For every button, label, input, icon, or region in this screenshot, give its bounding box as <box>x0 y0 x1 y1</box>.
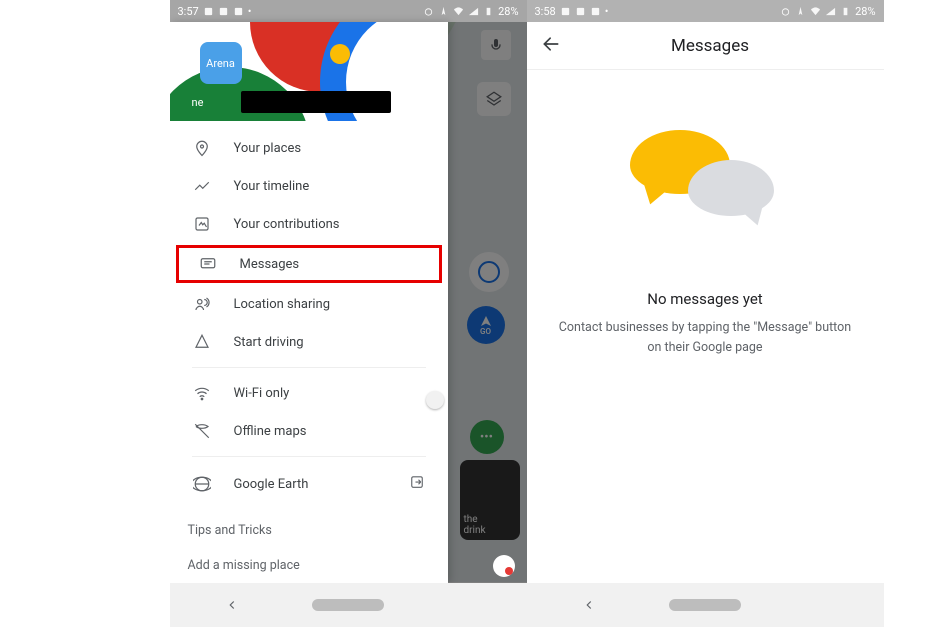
footer-label: Tips and Tricks <box>188 523 272 538</box>
menu-label: Google Earth <box>234 477 309 492</box>
menu-label: Start driving <box>234 335 304 350</box>
status-icon <box>575 6 586 17</box>
open-external-icon <box>408 473 426 495</box>
status-time: 3:57 <box>178 5 199 18</box>
menu-messages[interactable]: Messages <box>176 245 442 283</box>
alarm-icon <box>780 6 791 17</box>
status-icon <box>233 6 244 17</box>
menu-your-timeline[interactable]: Your timeline <box>170 167 448 205</box>
screenshot-right: 3:58 • 28% Messages <box>527 0 884 627</box>
page-title: Messages <box>551 36 870 56</box>
menu-google-earth[interactable]: Google Earth <box>170 463 448 505</box>
screenshot-left: 3:57 • 28% GO <box>170 0 527 627</box>
timeline-icon <box>192 177 212 195</box>
menu-label: Your places <box>234 141 302 156</box>
divider <box>192 456 426 457</box>
battery-icon <box>840 6 851 17</box>
menu-your-places[interactable]: Your places <box>170 129 448 167</box>
menu-label: Your timeline <box>234 179 310 194</box>
location-sharing-icon <box>192 295 212 313</box>
messages-icon <box>198 255 218 273</box>
wifi-icon <box>810 6 821 17</box>
navigation-drawer: Arena ne ▼ Your places Your timeline <box>170 22 448 583</box>
home-pill[interactable] <box>312 599 384 611</box>
messages-header: Messages <box>527 22 884 70</box>
signal-icon <box>468 6 479 17</box>
menu-label: Location sharing <box>234 297 331 312</box>
driving-icon <box>192 333 212 351</box>
battery-percent: 28% <box>498 5 518 18</box>
status-time: 3:58 <box>535 5 556 18</box>
home-pill[interactable] <box>669 599 741 611</box>
menu-label: Offline maps <box>234 424 307 439</box>
empty-line: Contact businesses by tapping the "Messa… <box>559 320 851 335</box>
bubble-grey-icon <box>688 160 774 216</box>
battery-icon <box>483 6 494 17</box>
messages-empty-state: No messages yet Contact businesses by ta… <box>527 70 884 583</box>
signal-icon <box>825 6 836 17</box>
account-prefix: ne <box>192 96 204 109</box>
back-button[interactable] <box>582 598 596 612</box>
drawer-header[interactable]: Arena ne ▼ <box>170 22 448 121</box>
account-name-redacted <box>241 91 391 113</box>
back-button[interactable] <box>225 598 239 612</box>
menu-location-sharing[interactable]: Location sharing <box>170 285 448 323</box>
drawer-tips[interactable]: Tips and Tricks <box>170 513 448 548</box>
empty-subtitle: Contact businesses by tapping the "Messa… <box>559 318 851 358</box>
menu-offline-maps[interactable]: Offline maps <box>170 412 448 450</box>
system-nav-bar <box>170 583 527 627</box>
contributions-icon <box>192 215 212 233</box>
earth-icon <box>192 475 212 493</box>
notification-badge[interactable] <box>493 555 515 577</box>
system-nav-bar <box>527 583 884 627</box>
wifi-icon <box>192 384 212 402</box>
chat-bubbles-illustration <box>630 130 780 240</box>
app-badge-label: Arena <box>206 57 235 70</box>
status-icon <box>203 6 214 17</box>
location-icon <box>795 6 806 17</box>
pin-icon <box>192 139 212 157</box>
status-icon <box>218 6 229 17</box>
offline-icon <box>192 422 212 440</box>
battery-percent: 28% <box>855 5 875 18</box>
status-bar: 3:58 • 28% <box>527 0 884 22</box>
account-row[interactable]: ne ▼ <box>192 89 438 115</box>
menu-start-driving[interactable]: Start driving <box>170 323 448 361</box>
divider <box>192 367 426 368</box>
drawer-menu: Your places Your timeline Your contribut… <box>170 121 448 513</box>
location-icon <box>438 6 449 17</box>
status-icon <box>560 6 571 17</box>
caret-down-icon: ▼ <box>428 97 438 108</box>
menu-label: Messages <box>240 257 300 272</box>
drawer-add-place[interactable]: Add a missing place <box>170 548 448 583</box>
status-icon <box>590 6 601 17</box>
menu-wifi-only[interactable]: Wi-Fi only <box>170 374 448 412</box>
alarm-icon <box>423 6 434 17</box>
empty-line: on their Google page <box>647 340 762 355</box>
status-bar: 3:57 • 28% <box>170 0 527 22</box>
app-badge: Arena <box>200 42 242 84</box>
footer-label: Add a missing place <box>188 558 300 573</box>
empty-title: No messages yet <box>647 290 762 308</box>
status-dot: • <box>248 5 252 18</box>
menu-your-contributions[interactable]: Your contributions <box>170 205 448 243</box>
menu-label: Your contributions <box>234 217 340 232</box>
status-dot: • <box>605 5 609 18</box>
wifi-icon <box>453 6 464 17</box>
menu-label: Wi-Fi only <box>234 386 290 401</box>
